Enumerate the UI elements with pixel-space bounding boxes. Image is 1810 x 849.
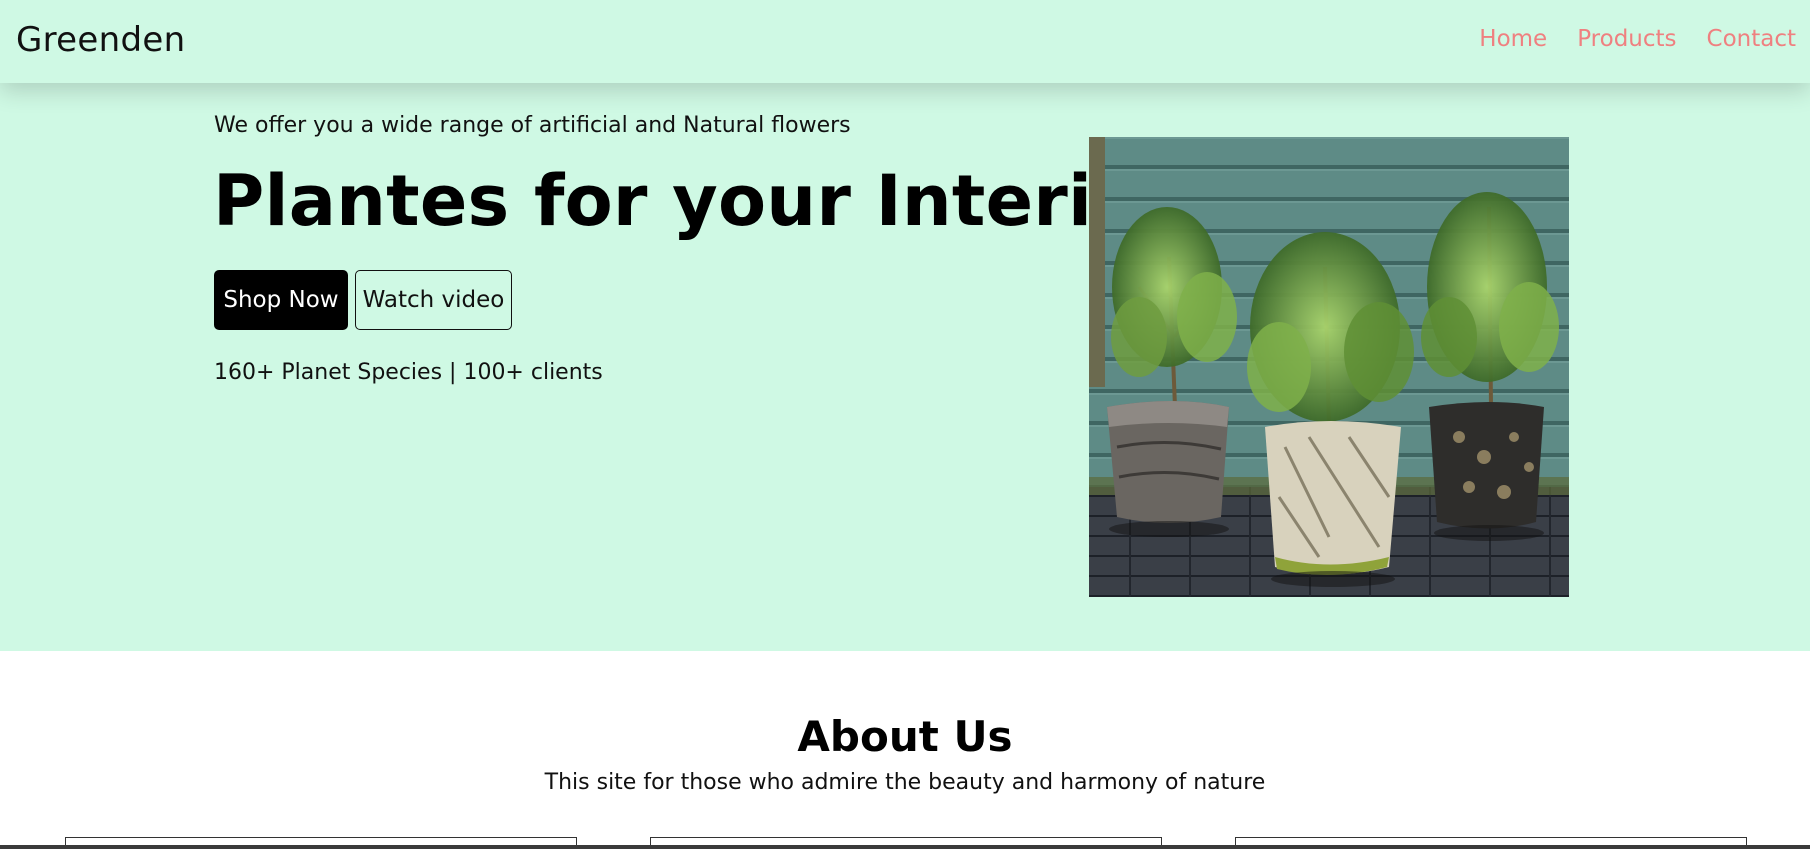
hero-tagline: We offer you a wide range of artificial …	[214, 113, 851, 138]
about-title: About Us	[797, 712, 1013, 761]
hero-stats: 160+ Planet Species | 100+ clients	[214, 360, 603, 385]
nav-links: Home Products Contact	[1479, 26, 1796, 52]
navbar: Greenden Home Products Contact	[0, 0, 1810, 83]
nav-link-home[interactable]: Home	[1479, 26, 1547, 52]
nav-link-contact[interactable]: Contact	[1707, 26, 1796, 52]
nav-link-products[interactable]: Products	[1577, 26, 1676, 52]
brand-logo-text[interactable]: Greenden	[16, 20, 185, 60]
page: We offer you a wide range of artificial …	[0, 0, 1810, 845]
about-subtitle: This site for those who admire the beaut…	[544, 770, 1266, 795]
watch-video-button[interactable]: Watch video	[355, 270, 512, 330]
about-card	[65, 837, 577, 845]
hero-headline: Plantes for your Interior	[213, 160, 1176, 242]
potted-plants-photo	[1089, 137, 1569, 597]
about-card	[1235, 837, 1747, 845]
about-card	[650, 837, 1162, 845]
hero-section: We offer you a wide range of artificial …	[0, 0, 1810, 651]
about-section: About Us This site for those who admire …	[0, 651, 1810, 845]
shop-now-button[interactable]: Shop Now	[214, 270, 348, 330]
